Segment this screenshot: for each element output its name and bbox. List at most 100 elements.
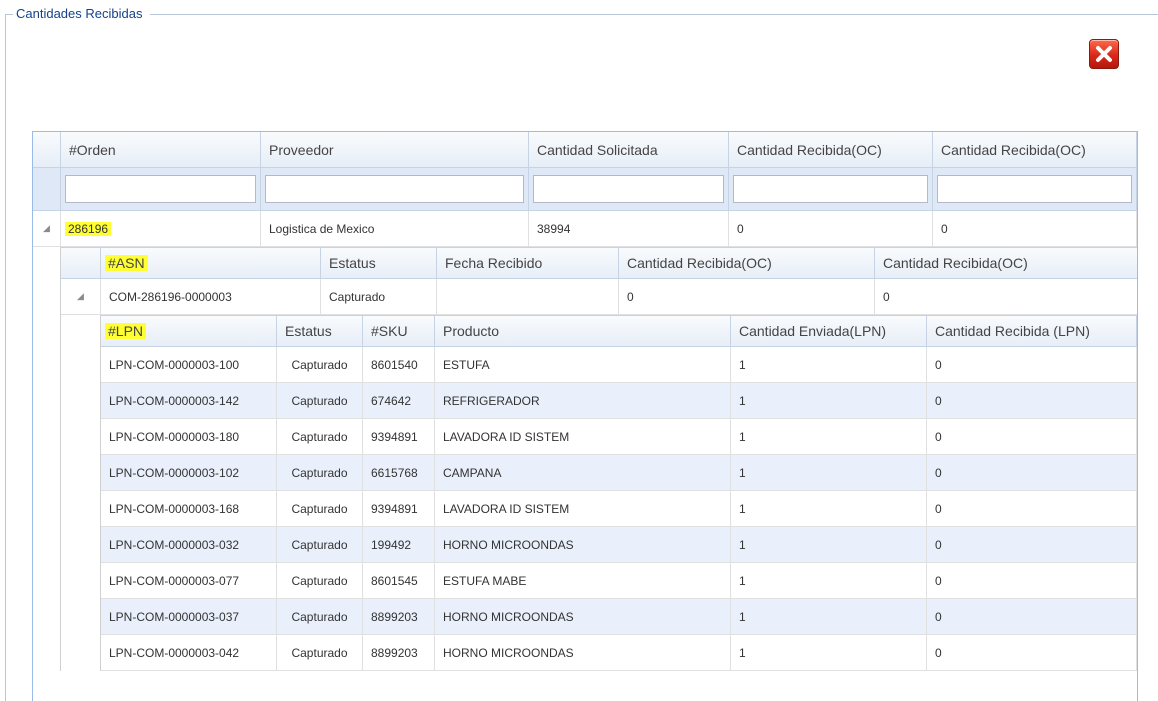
- asn-cell-number: COM-286196-0000003: [101, 279, 321, 314]
- lpn-cell-estatus: Capturado: [277, 383, 363, 418]
- lpn-cell-sku: 9394891: [363, 491, 435, 526]
- column-header-sku[interactable]: #SKU: [363, 316, 435, 346]
- lpn-cell-producto: HORNO MICROONDAS: [435, 527, 731, 562]
- lpn-cell-number: LPN-COM-0000003-168: [101, 491, 277, 526]
- lpn-cell-number: LPN-COM-0000003-180: [101, 419, 277, 454]
- order-cell-proveedor: Logistica de Mexico: [261, 211, 529, 246]
- asn-expander-header: [61, 248, 101, 278]
- lpn-cell-cantidad-enviada: 1: [731, 455, 927, 490]
- column-header-fecha-recibido[interactable]: Fecha Recibido: [437, 248, 619, 278]
- orders-filter-row: [33, 168, 1137, 211]
- column-header-cantidad-enviada[interactable]: Cantidad Enviada(LPN): [731, 316, 927, 346]
- lpn-cell-producto: REFRIGERADOR: [435, 383, 731, 418]
- lpn-cell-cantidad-recibida: 0: [927, 455, 1137, 490]
- lpn-header-row: #LPN Estatus #SKU Producto Cantidad Envi…: [101, 315, 1137, 347]
- lpn-cell-producto: HORNO MICROONDAS: [435, 599, 731, 634]
- filter-cell-cantidad-solicitada: [529, 168, 729, 210]
- panel-legend: Cantidades Recibidas: [14, 6, 145, 21]
- lpn-row[interactable]: LPN-COM-0000003-032 Capturado 199492 HORNO …: [101, 527, 1137, 563]
- lpn-cell-estatus: Capturado: [277, 347, 363, 382]
- lpn-cell-number: LPN-COM-0000003-142: [101, 383, 277, 418]
- asn-nested-grid: #ASN Estatus Fecha Recibido Cantidad Rec…: [33, 247, 1137, 671]
- column-header-producto[interactable]: Producto: [435, 316, 731, 346]
- asn-header-label: #ASN: [105, 255, 148, 271]
- column-header-asn-estatus[interactable]: Estatus: [321, 248, 437, 278]
- lpn-cell-cantidad-recibida: 0: [927, 347, 1137, 382]
- filter-cell-cantidad-recibida: [729, 168, 933, 210]
- order-cell-cantidad-recibida-2: 0: [933, 211, 1137, 246]
- column-header-orden[interactable]: #Orden: [61, 132, 261, 167]
- lpn-cell-estatus: Capturado: [277, 563, 363, 598]
- fieldset-border-top: [150, 14, 1158, 15]
- fieldset-border-corner: [5, 14, 13, 15]
- filter-input-cantidad-solicitada[interactable]: [533, 175, 724, 203]
- lpn-cell-cantidad-recibida: 0: [927, 599, 1137, 634]
- lpn-cell-sku: 6615768: [363, 455, 435, 490]
- close-button[interactable]: [1089, 39, 1119, 69]
- order-number: 286196: [65, 221, 112, 236]
- lpn-cell-producto: LAVADORA ID SISTEM: [435, 419, 731, 454]
- lpn-cell-sku: 8601540: [363, 347, 435, 382]
- filter-spacer: [33, 168, 61, 210]
- order-cell-cantidad-solicitada: 38994: [529, 211, 729, 246]
- lpn-row[interactable]: LPN-COM-0000003-042 Capturado 8899203 HORNO…: [101, 635, 1137, 671]
- order-row[interactable]: ◢ 286196 Logistica de Mexico 38994 0 0: [33, 211, 1137, 247]
- lpn-cell-sku: 8899203: [363, 635, 435, 670]
- order-cell-orden: 286196: [61, 211, 261, 246]
- lpn-cell-estatus: Capturado: [277, 635, 363, 670]
- lpn-row[interactable]: LPN-COM-0000003-142 Capturado 674642 REFRIG…: [101, 383, 1137, 419]
- asn-grid-body: #ASN Estatus Fecha Recibido Cantidad Rec…: [61, 247, 1137, 671]
- filter-input-proveedor[interactable]: [265, 175, 524, 203]
- asn-cell-cantidad-recibida: 0: [619, 279, 875, 314]
- lpn-cell-cantidad-enviada: 1: [731, 491, 927, 526]
- lpn-cell-sku: 8899203: [363, 599, 435, 634]
- lpn-row[interactable]: LPN-COM-0000003-168 Capturado 9394891 LAVAD…: [101, 491, 1137, 527]
- column-header-asn-cantidad-recibida-2[interactable]: Cantidad Recibida(OC): [875, 248, 1137, 278]
- column-header-lpn[interactable]: #LPN: [101, 316, 277, 346]
- filter-cell-cantidad-recibida-2: [933, 168, 1137, 210]
- lpn-cell-producto: ESTUFA: [435, 347, 731, 382]
- filter-cell-proveedor: [261, 168, 529, 210]
- column-header-lpn-estatus[interactable]: Estatus: [277, 316, 363, 346]
- lpn-row[interactable]: LPN-COM-0000003-037 Capturado 8899203 HORNO…: [101, 599, 1137, 635]
- lpn-nested-grid: #LPN Estatus #SKU Producto Cantidad Envi…: [61, 315, 1137, 671]
- filter-input-cantidad-recibida[interactable]: [733, 175, 928, 203]
- lpn-cell-number: LPN-COM-0000003-100: [101, 347, 277, 382]
- filter-input-orden[interactable]: [65, 175, 256, 203]
- triangle-expanded-icon[interactable]: ◢: [61, 279, 101, 314]
- lpn-cell-cantidad-recibida: 0: [927, 527, 1137, 562]
- column-header-proveedor[interactable]: Proveedor: [261, 132, 529, 167]
- lpn-indent: [61, 315, 101, 671]
- lpn-cell-cantidad-recibida: 0: [927, 383, 1137, 418]
- lpn-row[interactable]: LPN-COM-0000003-100 Capturado 8601540 ESTUF…: [101, 347, 1137, 383]
- lpn-cell-producto: LAVADORA ID SISTEM: [435, 491, 731, 526]
- column-header-cantidad-solicitada[interactable]: Cantidad Solicitada: [529, 132, 729, 167]
- lpn-cell-number: LPN-COM-0000003-077: [101, 563, 277, 598]
- lpn-cell-sku: 9394891: [363, 419, 435, 454]
- triangle-expanded-icon[interactable]: ◢: [33, 211, 61, 246]
- column-header-asn[interactable]: #ASN: [101, 248, 321, 278]
- asn-cell-fecha-recibido: [437, 279, 619, 314]
- asn-row[interactable]: ◢ COM-286196-0000003 Capturado 0 0: [61, 279, 1137, 315]
- filter-cell-orden: [61, 168, 261, 210]
- column-header-cantidad-recibida-oc[interactable]: Cantidad Recibida(OC): [729, 132, 933, 167]
- lpn-row[interactable]: LPN-COM-0000003-180 Capturado 9394891 LAVAD…: [101, 419, 1137, 455]
- expander-header: [33, 132, 61, 167]
- close-icon: [1096, 46, 1112, 62]
- column-header-cantidad-recibida-oc-2[interactable]: Cantidad Recibida(OC): [933, 132, 1137, 167]
- lpn-cell-estatus: Capturado: [277, 419, 363, 454]
- lpn-cell-cantidad-enviada: 1: [731, 383, 927, 418]
- lpn-row[interactable]: LPN-COM-0000003-077 Capturado 8601545 ESTUF…: [101, 563, 1137, 599]
- lpn-cell-number: LPN-COM-0000003-102: [101, 455, 277, 490]
- lpn-cell-estatus: Capturado: [277, 599, 363, 634]
- column-header-cantidad-recibida-lpn[interactable]: Cantidad Recibida (LPN): [927, 316, 1137, 346]
- lpn-cell-cantidad-enviada: 1: [731, 347, 927, 382]
- lpn-cell-number: LPN-COM-0000003-042: [101, 635, 277, 670]
- lpn-grid-body: #LPN Estatus #SKU Producto Cantidad Envi…: [101, 315, 1137, 671]
- column-header-asn-cantidad-recibida[interactable]: Cantidad Recibida(OC): [619, 248, 875, 278]
- lpn-cell-cantidad-recibida: 0: [927, 419, 1137, 454]
- lpn-cell-sku: 8601545: [363, 563, 435, 598]
- filter-input-cantidad-recibida-2[interactable]: [937, 175, 1132, 203]
- lpn-row[interactable]: LPN-COM-0000003-102 Capturado 6615768 CAMPA…: [101, 455, 1137, 491]
- orders-header-row: #Orden Proveedor Cantidad Solicitada Can…: [33, 132, 1137, 168]
